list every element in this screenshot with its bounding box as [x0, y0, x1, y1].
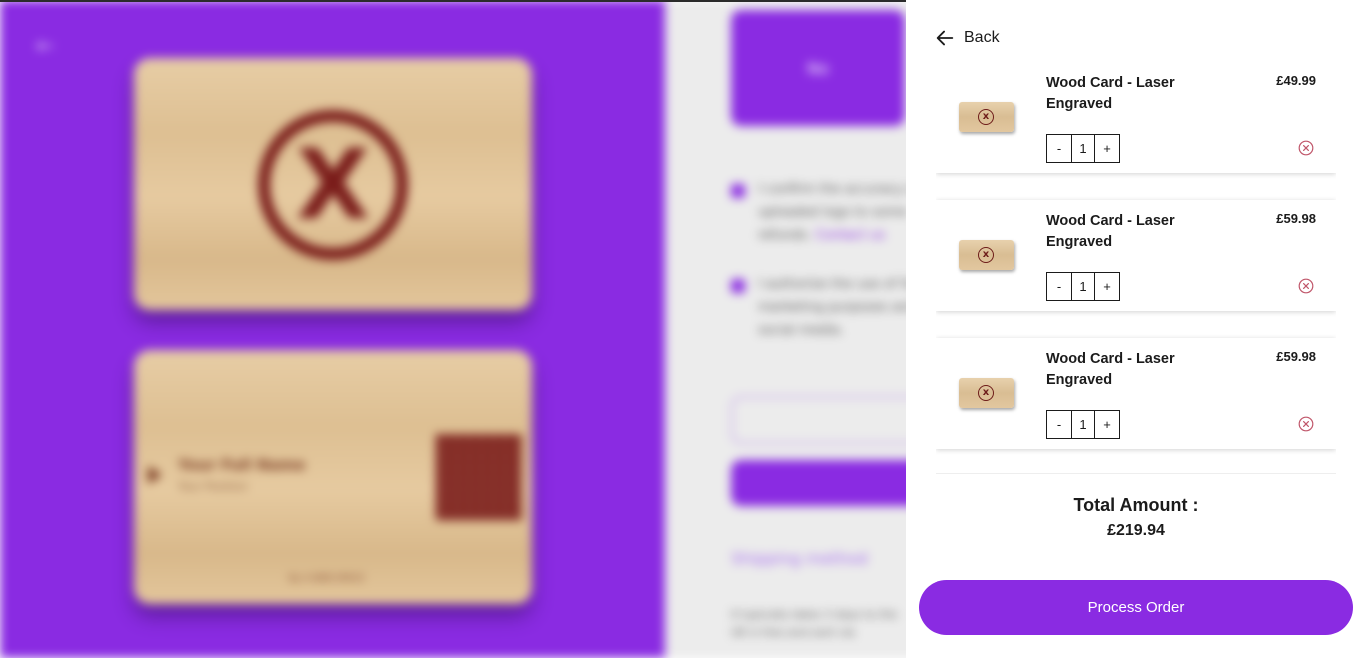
remove-circle-x-icon[interactable] [1298, 416, 1314, 432]
total-amount-label: Total Amount : [1073, 495, 1199, 515]
checkbox-confirm-text: I confirm the accuracy of uploaded logo … [758, 182, 921, 243]
arrow-left-icon: ← [36, 34, 55, 59]
engraved-logo-icon: x [978, 247, 994, 263]
cart-item: x Wood Card - Laser Engraved £59.98 - 1 … [936, 338, 1336, 449]
remove-circle-x-icon[interactable] [1298, 140, 1314, 156]
increase-quantity-button[interactable]: + [1095, 135, 1119, 162]
checkbox-confirm [731, 184, 745, 198]
quantity-value: 1 [1071, 135, 1095, 162]
quantity-value: 1 [1071, 273, 1095, 300]
process-order-button[interactable]: Process Order [919, 580, 1353, 635]
wood-card-thumbnail: x [959, 378, 1014, 408]
item-price: £49.99 [1276, 73, 1316, 88]
increase-quantity-button[interactable]: + [1095, 411, 1119, 438]
shipping-heading: Shipping method [731, 549, 868, 568]
qr-code-icon [436, 434, 522, 520]
increase-quantity-button[interactable]: + [1095, 273, 1119, 300]
quantity-value: 1 [1071, 411, 1095, 438]
card-footer-text: By 4 WEB SPECE [289, 574, 365, 584]
item-title: Wood Card - Laser Engraved [1046, 213, 1175, 250]
quantity-stepper: - 1 + [1046, 272, 1120, 301]
wood-card-thumbnail: x [959, 102, 1014, 132]
background-button: No [731, 10, 905, 126]
card-preview-panel: ← X Your Full Name Your Position By 4 WE… [0, 0, 665, 658]
logo-triangle-icon [148, 466, 162, 484]
item-title: Wood Card - Laser Engraved [1046, 351, 1175, 388]
engraved-logo-icon: X [258, 110, 408, 260]
total-amount-value: £219.94 [1107, 522, 1165, 539]
cart-item: x Wood Card - Laser Engraved £49.99 - 1 … [936, 62, 1336, 173]
cart-drawer: Back x Wood Card - Laser Engraved £49.99… [906, 0, 1366, 658]
back-label: Back [964, 29, 1000, 46]
item-price: £59.98 [1276, 349, 1316, 364]
item-price: £59.98 [1276, 211, 1316, 226]
card-back-preview: Your Full Name Your Position By 4 WEB SP… [134, 350, 532, 604]
background-outline-button [731, 396, 931, 444]
item-title: Wood Card - Laser Engraved [1046, 75, 1175, 112]
decrease-quantity-button[interactable]: - [1047, 411, 1071, 438]
quantity-stepper: - 1 + [1046, 410, 1120, 439]
cart-item: x Wood Card - Laser Engraved £59.98 - 1 … [936, 200, 1336, 311]
decrease-quantity-button[interactable]: - [1047, 135, 1071, 162]
cart-items-list[interactable]: x Wood Card - Laser Engraved £49.99 - 1 … [936, 62, 1336, 474]
back-button[interactable]: Back [934, 27, 1000, 49]
checkbox-authorize-text: I authorize the use of for marketing pur… [758, 277, 919, 338]
card-position-text: Your Position [178, 480, 248, 493]
arrow-left-icon [936, 30, 954, 46]
background-solid-button [731, 460, 931, 506]
engraved-logo-icon: x [978, 385, 994, 401]
wood-card-thumbnail: x [959, 240, 1014, 270]
remove-circle-x-icon[interactable] [1298, 278, 1314, 294]
decrease-quantity-button[interactable]: - [1047, 273, 1071, 300]
quantity-stepper: - 1 + [1046, 134, 1120, 163]
engraved-logo-icon: x [978, 109, 994, 125]
checkbox-authorize [731, 279, 745, 293]
shipping-text: It typically takes 3 days to the UK is f… [731, 608, 898, 639]
card-front-preview: X [134, 58, 532, 310]
card-name-text: Your Full Name [178, 456, 306, 474]
